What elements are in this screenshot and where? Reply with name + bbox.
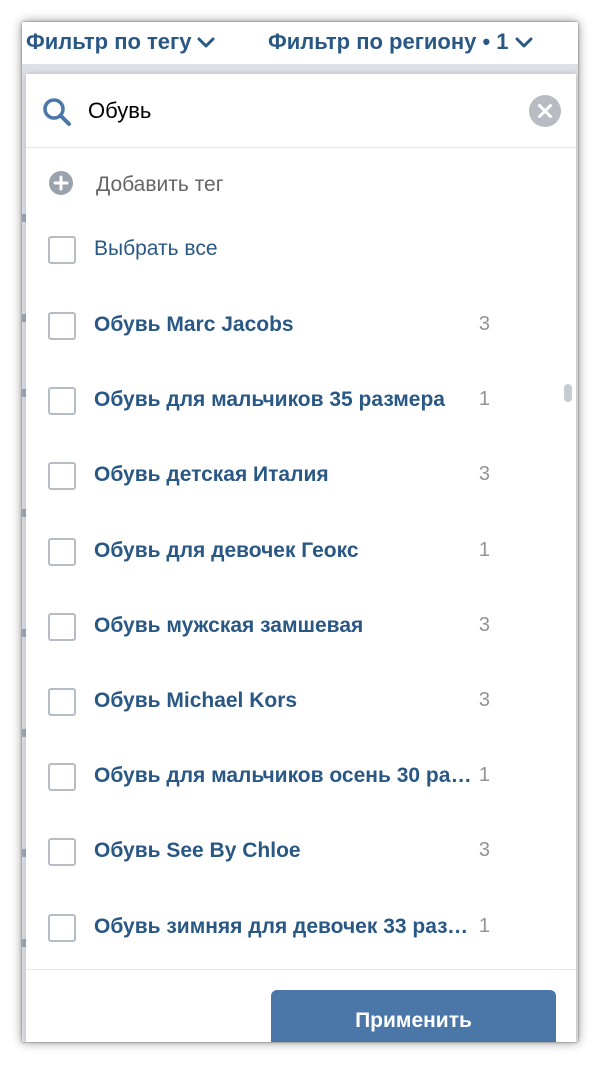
tag-label: Обувь для мальчиков осень 30 размер [94,764,474,787]
tag-count: 1 [478,764,490,786]
tag-checkbox[interactable] [48,387,76,415]
tag-count: 1 [478,915,490,937]
tag-dropdown: Добавить тег Выбрать все Обувь Marc Jaco… [26,74,576,1042]
search-bar [26,74,576,148]
list-item[interactable]: Обувь See By Chloe 3 [26,830,566,874]
list-item[interactable]: Обувь для мальчиков 35 размера 1 [26,379,566,423]
phone-screen: Фильтр по тегу Фильтр по региону • 1 Обу… [22,22,578,1042]
tag-filter-label: Фильтр по тегу [26,29,192,54]
chevron-down-icon [515,29,533,55]
list-item[interactable]: Обувь детская Италия 3 [26,454,566,498]
tag-count: 1 [478,539,490,561]
tag-checkbox[interactable] [48,538,76,566]
select-all-row[interactable]: Выбрать все [26,228,566,272]
dropdown-footer: Применить [26,969,576,1042]
list-item[interactable]: Обувь зимняя для девочек 33 размер 1 [26,906,566,948]
tag-label: Обувь для девочек Геокс [94,539,359,562]
tag-label: Обувь зимняя для девочек 33 размер [94,915,474,938]
list-item[interactable]: Обувь мужская замшевая 3 [26,605,566,649]
tag-count: 3 [478,614,490,636]
add-tag-label: Добавить тег [96,173,224,196]
tag-count: 3 [478,313,490,335]
tag-checkbox[interactable] [48,763,76,791]
tag-checkbox[interactable] [48,688,76,716]
select-all-label: Выбрать все [94,237,218,260]
list-scrollbar[interactable] [564,384,572,402]
tag-checkbox[interactable] [48,462,76,490]
list-item[interactable]: Обувь Michael Kors 3 [26,680,566,724]
tag-label: Обувь Marc Jacobs [94,313,294,336]
tag-count: 3 [478,689,490,711]
tag-label: Обувь Michael Kors [94,689,298,712]
tag-checkbox[interactable] [48,838,76,866]
tag-label: Обувь мужская замшевая [94,614,364,637]
tag-checkbox[interactable] [48,312,76,340]
select-all-checkbox[interactable] [48,236,76,264]
apply-button[interactable]: Применить [271,990,556,1042]
tag-checkbox[interactable] [48,613,76,641]
tag-label: Обувь See By Chloe [94,839,301,862]
list-item[interactable]: Обувь для мальчиков осень 30 размер 1 [26,755,566,799]
filter-bar: Фильтр по тегу Фильтр по региону • 1 [22,22,578,64]
tag-label: Обувь для мальчиков 35 размера [94,388,445,411]
tag-count: 3 [478,463,490,485]
list-item[interactable]: Обувь Marc Jacobs 3 [26,304,566,348]
region-filter-button[interactable]: Фильтр по региону • 1 [268,26,533,58]
region-filter-label: Фильтр по региону • 1 [268,29,509,54]
tag-count: 1 [478,388,490,410]
add-tag-button[interactable]: Добавить тег [48,170,223,200]
tag-count: 3 [478,839,490,861]
clear-icon[interactable] [529,95,561,132]
tag-filter-button[interactable]: Фильтр по тегу [26,26,215,58]
tag-label: Обувь детская Италия [94,463,329,486]
tag-list: Добавить тег Выбрать все Обувь Marc Jaco… [26,148,576,948]
search-input[interactable] [88,94,508,128]
list-item[interactable]: Обувь для девочек Геокс 1 [26,530,566,574]
search-icon [41,96,73,133]
plus-circle-icon [48,170,74,201]
tag-checkbox[interactable] [48,914,76,942]
chevron-down-icon [197,29,215,55]
